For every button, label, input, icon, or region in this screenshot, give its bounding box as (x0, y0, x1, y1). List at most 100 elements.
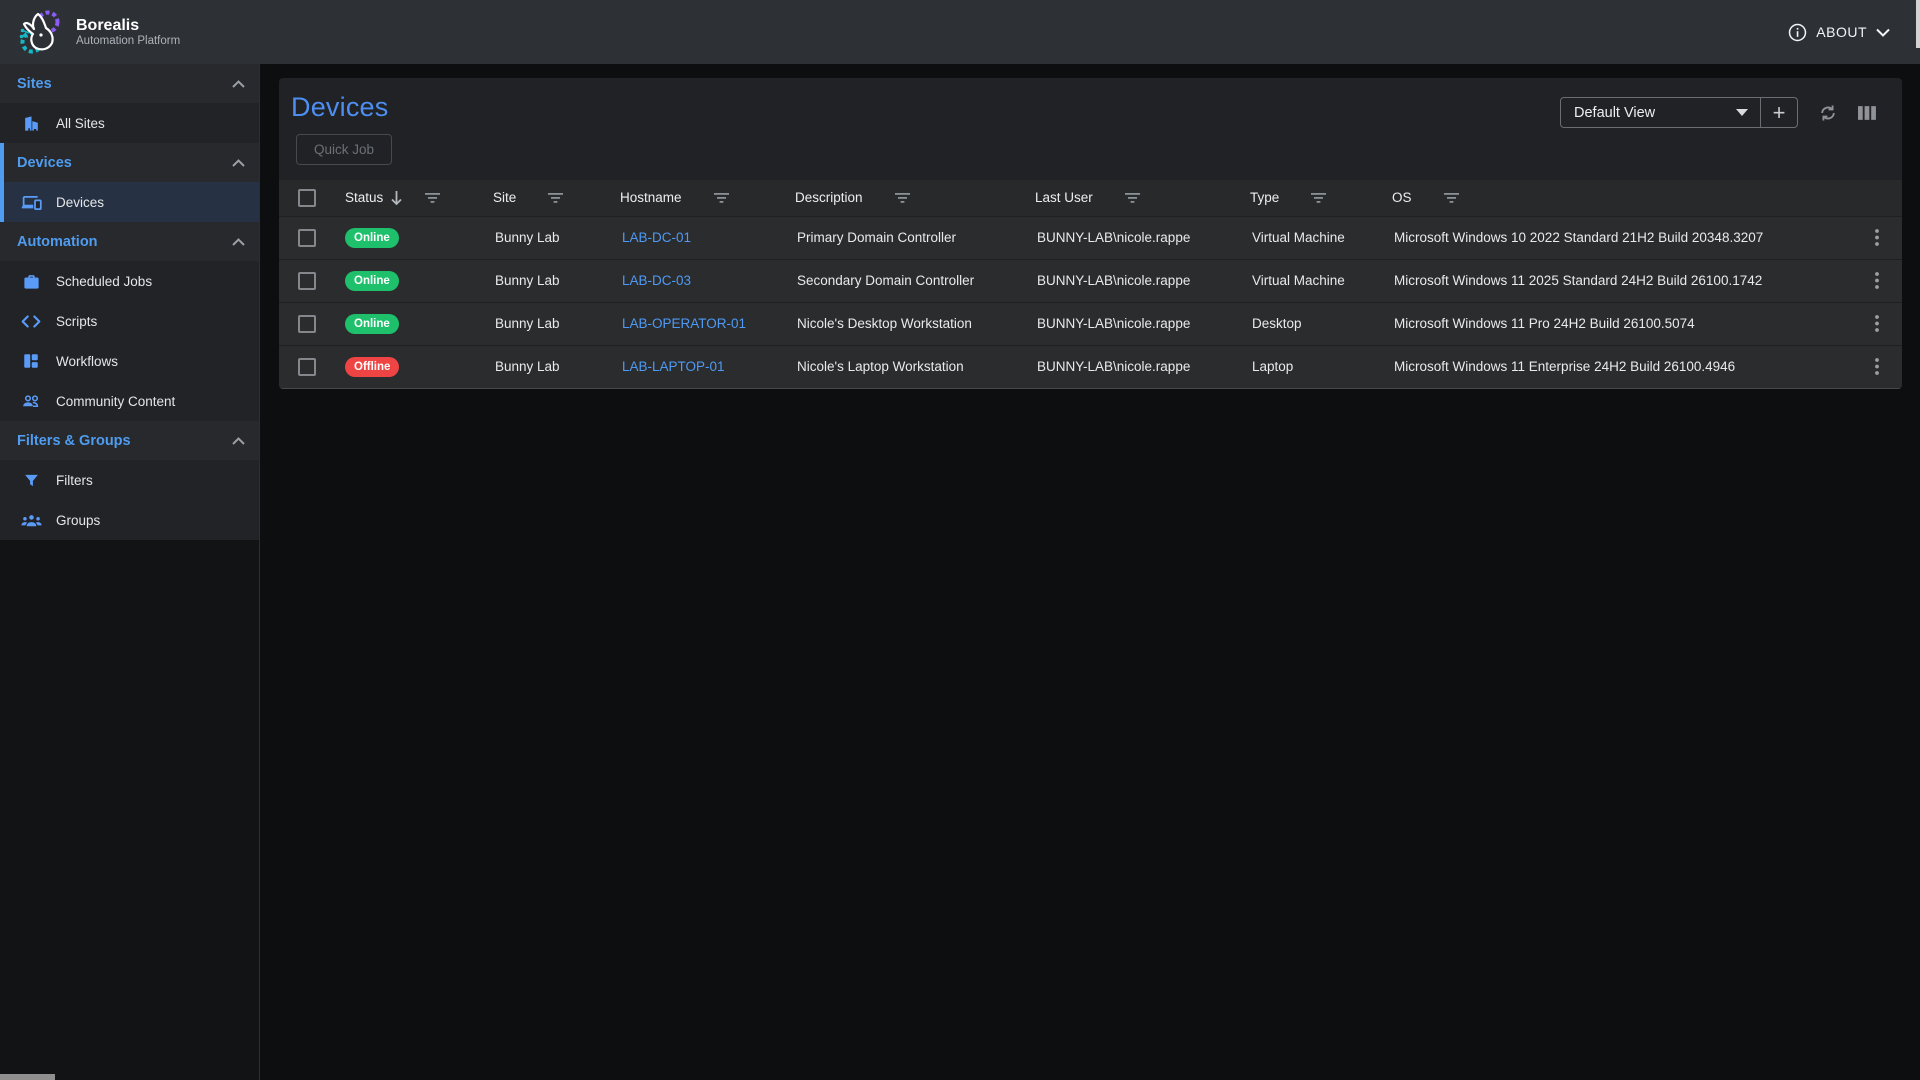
section-label: Sites (17, 76, 52, 92)
table-row: Online Bunny Lab LAB-DC-01 Primary Domai… (279, 216, 1902, 259)
funnel-icon (20, 472, 42, 489)
sidebar-section-automation[interactable]: Automation (0, 222, 259, 261)
sidebar-item-label: Workflows (56, 354, 118, 369)
sidebar-item-label: Community Content (56, 394, 175, 409)
row-actions-kebab-icon[interactable] (1875, 229, 1879, 246)
os-cell: Microsoft Windows 11 Pro 24H2 Build 2610… (1392, 302, 1852, 345)
view-selector-group: Default View + (1560, 97, 1798, 128)
column-header-status[interactable]: Status (345, 190, 383, 205)
hostname-link[interactable]: LAB-LAPTOP-01 (622, 359, 725, 374)
refresh-button[interactable] (1818, 103, 1838, 123)
filter-icon[interactable] (1311, 193, 1326, 203)
view-selector-dropdown[interactable]: Default View (1561, 98, 1761, 127)
filter-icon[interactable] (1444, 193, 1459, 203)
table-row: Online Bunny Lab LAB-OPERATOR-01 Nicole'… (279, 302, 1902, 345)
groups-icon (20, 513, 42, 528)
vertical-scrollbar-thumb[interactable] (1916, 0, 1920, 48)
sidebar-item-label: Groups (56, 513, 100, 528)
hostname-link[interactable]: LAB-OPERATOR-01 (622, 316, 746, 331)
description-cell: Nicole's Laptop Workstation (795, 345, 1035, 388)
site-cell: Bunny Lab (493, 259, 620, 302)
dashboard-icon (20, 352, 42, 370)
type-cell: Virtual Machine (1250, 259, 1392, 302)
sidebar-item-workflows[interactable]: Workflows (0, 341, 259, 381)
status-badge: Online (345, 228, 399, 248)
add-view-button[interactable]: + (1761, 98, 1797, 127)
briefcase-icon (20, 272, 42, 291)
quick-job-button[interactable]: Quick Job (296, 134, 392, 165)
filter-icon[interactable] (425, 193, 440, 203)
devices-icon (20, 194, 42, 211)
sidebar-item-label: Devices (56, 195, 104, 210)
filter-icon[interactable] (548, 193, 563, 203)
filter-icon[interactable] (714, 193, 729, 203)
people-icon (20, 393, 42, 409)
table-row: Offline Bunny Lab LAB-LAPTOP-01 Nicole's… (279, 345, 1902, 388)
app-name: Borealis (76, 17, 180, 35)
sidebar-section-devices[interactable]: Devices (0, 143, 259, 182)
row-checkbox[interactable] (298, 358, 316, 376)
row-actions-kebab-icon[interactable] (1875, 272, 1879, 289)
select-all-checkbox[interactable] (298, 189, 316, 207)
column-header-last-user[interactable]: Last User (1035, 190, 1093, 205)
sidebar-item-scheduled-jobs[interactable]: Scheduled Jobs (0, 261, 259, 301)
column-header-hostname[interactable]: Hostname (620, 190, 682, 205)
about-menu[interactable]: ABOUT (1788, 23, 1890, 42)
status-badge: Offline (345, 357, 399, 377)
about-label: ABOUT (1816, 24, 1867, 40)
os-cell: Microsoft Windows 10 2022 Standard 21H2 … (1392, 216, 1852, 259)
row-checkbox[interactable] (298, 272, 316, 290)
column-header-type[interactable]: Type (1250, 190, 1279, 205)
table-row: Online Bunny Lab LAB-DC-03 Secondary Dom… (279, 259, 1902, 302)
site-cell: Bunny Lab (493, 345, 620, 388)
row-actions-kebab-icon[interactable] (1875, 358, 1879, 375)
plus-icon: + (1773, 100, 1786, 126)
refresh-icon (1818, 103, 1838, 123)
type-cell: Laptop (1250, 345, 1392, 388)
column-header-site[interactable]: Site (493, 190, 516, 205)
row-actions-kebab-icon[interactable] (1875, 315, 1879, 332)
sidebar-item-label: Scripts (56, 314, 97, 329)
columns-button[interactable] (1858, 105, 1876, 121)
sidebar-item-devices[interactable]: Devices (0, 182, 259, 222)
sidebar-item-groups[interactable]: Groups (0, 500, 259, 540)
filter-icon[interactable] (1125, 193, 1140, 203)
description-cell: Secondary Domain Controller (795, 259, 1035, 302)
type-cell: Virtual Machine (1250, 216, 1392, 259)
sidebar-section-sites[interactable]: Sites (0, 64, 259, 103)
row-checkbox[interactable] (298, 229, 316, 247)
column-header-description[interactable]: Description (795, 190, 863, 205)
last-user-cell: BUNNY-LAB\nicole.rappe (1035, 345, 1250, 388)
borealis-rabbit-logo-icon (18, 9, 64, 55)
sidebar-item-community-content[interactable]: Community Content (0, 381, 259, 421)
sidebar-item-label: Scheduled Jobs (56, 274, 152, 289)
last-user-cell: BUNNY-LAB\nicole.rappe (1035, 259, 1250, 302)
sidebar-item-filters[interactable]: Filters (0, 460, 259, 500)
status-badge: Online (345, 314, 399, 334)
devices-table: Status Site Hostname (279, 180, 1902, 389)
row-checkbox[interactable] (298, 315, 316, 333)
horizontal-scrollbar-thumb[interactable] (0, 1074, 55, 1080)
columns-icon (1858, 105, 1876, 121)
hostname-link[interactable]: LAB-DC-03 (622, 273, 691, 288)
sidebar: Sites All Sites Devices Devices Aut (0, 64, 260, 1080)
description-cell: Nicole's Desktop Workstation (795, 302, 1035, 345)
sort-descending-icon[interactable] (390, 190, 403, 205)
filter-icon[interactable] (895, 193, 910, 203)
sidebar-item-label: Filters (56, 473, 93, 488)
type-cell: Desktop (1250, 302, 1392, 345)
last-user-cell: BUNNY-LAB\nicole.rappe (1035, 216, 1250, 259)
column-header-os[interactable]: OS (1392, 190, 1412, 205)
main-content: Devices Quick Job Default View + (260, 64, 1920, 1080)
view-selector-value: Default View (1574, 105, 1655, 121)
building-icon (20, 114, 42, 133)
chevron-up-icon (232, 437, 245, 445)
devices-card: Devices Quick Job Default View + (279, 78, 1902, 389)
section-label: Automation (17, 234, 98, 250)
chevron-up-icon (232, 80, 245, 88)
dropdown-caret-icon (1736, 109, 1748, 116)
sidebar-section-filters-groups[interactable]: Filters & Groups (0, 421, 259, 460)
hostname-link[interactable]: LAB-DC-01 (622, 230, 691, 245)
sidebar-item-all-sites[interactable]: All Sites (0, 103, 259, 143)
sidebar-item-scripts[interactable]: Scripts (0, 301, 259, 341)
